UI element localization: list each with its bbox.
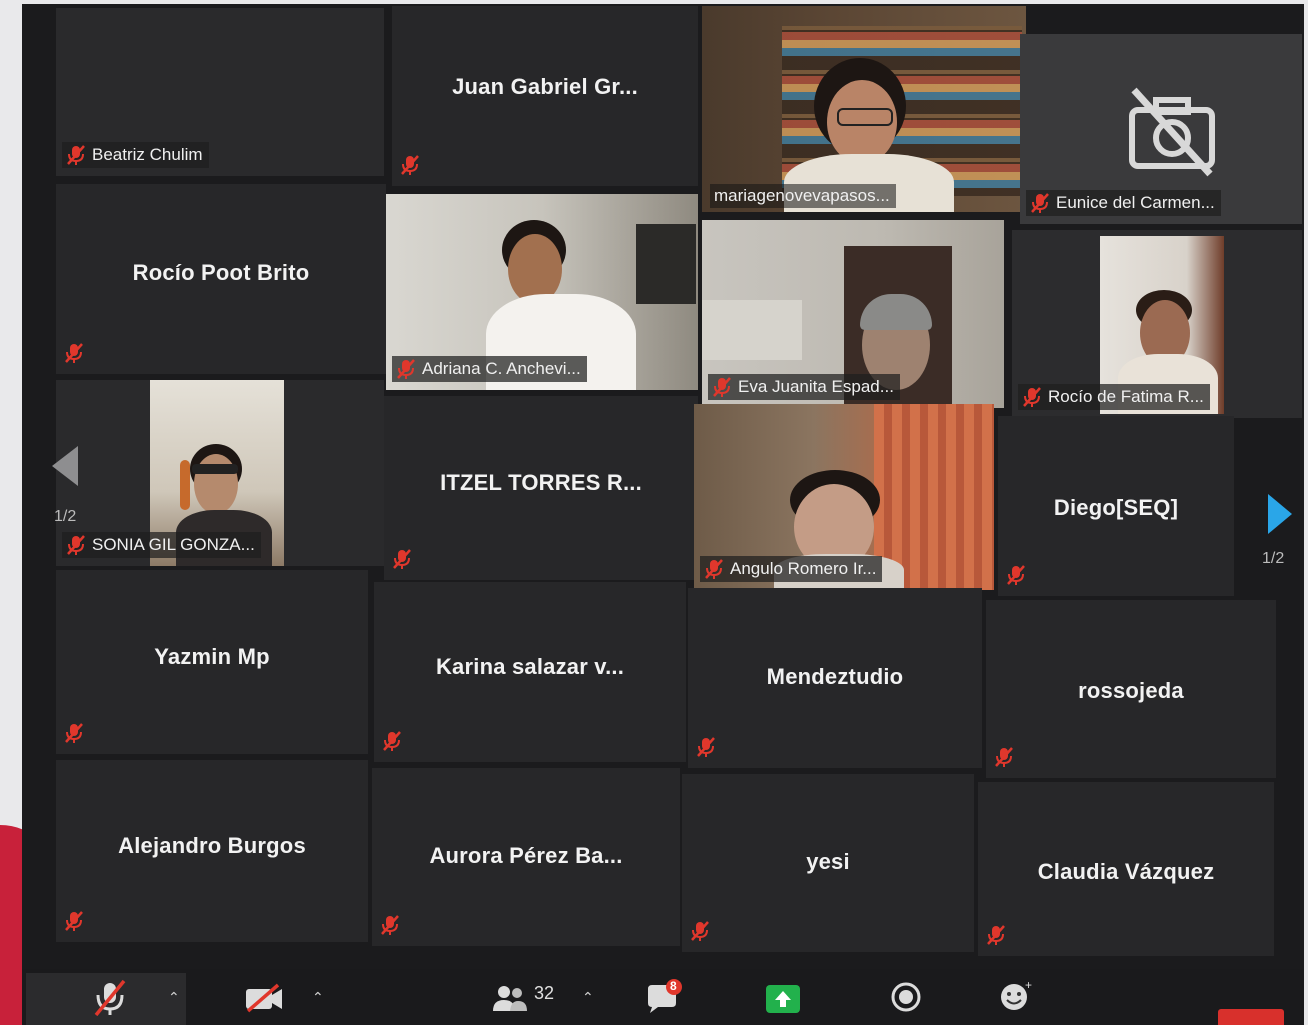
- participant-tile[interactable]: yesi: [682, 774, 974, 952]
- participant-name: Rocío Poot Brito: [132, 260, 310, 285]
- participant-tile[interactable]: Mendeztudio: [688, 588, 982, 768]
- participant-tile[interactable]: Eunice del Carmen...: [1020, 34, 1302, 224]
- camera-off-icon: [1129, 87, 1215, 177]
- participant-name: mariagenovevapasos...: [714, 186, 890, 205]
- participants-caret-icon[interactable]: ⌃: [582, 989, 594, 1006]
- participant-name: Karina salazar v...: [435, 654, 625, 679]
- participant-tile[interactable]: SONIA GIL GONZA...: [56, 380, 384, 566]
- participant-name: Juan Gabriel Gr...: [452, 74, 638, 100]
- chat-icon[interactable]: [644, 979, 684, 1017]
- mic-muted-icon: [67, 145, 85, 165]
- mic-muted-icon: [1023, 387, 1041, 407]
- mic-muted-icon: [401, 155, 419, 175]
- participant-tile-active-speaker[interactable]: mariagenovevapasos...: [702, 6, 1026, 212]
- mic-muted-icon: [1007, 565, 1025, 585]
- participant-tile[interactable]: Diego[SEQ]: [998, 416, 1234, 596]
- mic-muted-icon[interactable]: [92, 979, 128, 1017]
- participant-tile[interactable]: Yazmin Mp: [56, 570, 368, 754]
- meeting-toolbar: ⌃ ⌃ 32 ⌃ 8 +: [22, 969, 1304, 1025]
- reactions-icon[interactable]: +: [998, 979, 1034, 1013]
- participant-label: Eva Juanita Espad...: [708, 374, 900, 400]
- participants-icon[interactable]: [492, 983, 528, 1013]
- participants-count: 32: [534, 983, 555, 1003]
- participant-tile[interactable]: Claudia Vázquez: [978, 782, 1274, 956]
- participant-name: Diego[SEQ]: [1053, 495, 1179, 521]
- mic-muted-icon: [65, 723, 83, 743]
- mic-muted-icon: [65, 343, 83, 363]
- participant-tile[interactable]: Angulo Romero Ir...: [694, 404, 994, 590]
- participant-tile[interactable]: Alejandro Burgos: [56, 760, 368, 942]
- mic-muted-icon: [995, 747, 1013, 767]
- mic-muted-icon: [1031, 193, 1049, 213]
- participant-label: mariagenovevapasos...: [710, 184, 896, 208]
- video-options-caret-icon[interactable]: ⌃: [312, 989, 324, 1006]
- participant-tile[interactable]: Rocío de Fatima R...: [1012, 230, 1302, 418]
- participant-label: Beatriz Chulim: [62, 142, 209, 168]
- participant-label: SONIA GIL GONZA...: [62, 532, 261, 558]
- chat-badge: 8: [670, 979, 677, 993]
- participant-label: Angulo Romero Ir...: [700, 556, 883, 582]
- participant-name: rossojeda: [1078, 678, 1184, 704]
- record-icon[interactable]: [890, 981, 922, 1013]
- prev-page-icon[interactable]: [50, 444, 80, 488]
- video-feed: [702, 6, 1026, 212]
- participant-tile[interactable]: ITZEL TORRES R...: [384, 396, 698, 580]
- participant-tile[interactable]: Beatriz Chulim: [56, 8, 384, 176]
- next-page-icon[interactable]: [1266, 492, 1294, 536]
- mic-muted-icon: [381, 915, 399, 935]
- mic-muted-icon: [987, 925, 1005, 945]
- participant-name: Eva Juanita Espad...: [738, 377, 894, 396]
- participant-name: ITZEL TORRES R...: [440, 469, 642, 495]
- camera-off-icon[interactable]: [244, 983, 284, 1013]
- participant-tile[interactable]: Karina salazar v...: [374, 582, 686, 762]
- mic-muted-icon: [393, 549, 411, 569]
- mic-muted-icon: [691, 921, 709, 941]
- participant-name: Claudia Vázquez: [1037, 858, 1215, 884]
- participant-tile[interactable]: Adriana C. Anchevi...: [386, 194, 698, 390]
- mic-muted-icon: [65, 911, 83, 931]
- svg-text:+: +: [1025, 979, 1032, 992]
- participant-tile[interactable]: Juan Gabriel Gr...: [392, 6, 698, 186]
- participant-tile[interactable]: Eva Juanita Espad...: [702, 220, 1004, 408]
- participant-label: Adriana C. Anchevi...: [392, 356, 587, 382]
- mic-muted-icon: [397, 359, 415, 379]
- share-screen-icon[interactable]: [766, 985, 800, 1013]
- participant-name: Adriana C. Anchevi...: [422, 359, 581, 378]
- mic-muted-icon: [67, 535, 85, 555]
- participant-name: Alejandro Burgos: [118, 832, 306, 858]
- mic-muted-icon: [383, 731, 401, 751]
- participant-name: yesi: [806, 848, 850, 874]
- participant-label: Eunice del Carmen...: [1026, 190, 1221, 216]
- participant-name: Eunice del Carmen...: [1056, 193, 1215, 212]
- participant-name: Angulo Romero Ir...: [730, 559, 877, 578]
- participant-name: Beatriz Chulim: [92, 145, 203, 164]
- participant-name: Yazmin Mp: [154, 643, 270, 669]
- participant-tile[interactable]: rossojeda: [986, 600, 1276, 778]
- participant-label: Rocío de Fatima R...: [1018, 384, 1210, 410]
- end-meeting-button[interactable]: [1218, 1009, 1284, 1025]
- participant-name: Mendeztudio: [766, 663, 904, 689]
- mic-muted-icon: [713, 377, 731, 397]
- audio-options-caret-icon[interactable]: ⌃: [168, 989, 180, 1006]
- mic-muted-icon: [697, 737, 715, 757]
- participant-tile[interactable]: Rocío Poot Brito: [56, 184, 386, 374]
- participant-tile[interactable]: Aurora Pérez Ba...: [372, 768, 680, 946]
- participant-name: Rocío de Fatima R...: [1048, 387, 1204, 406]
- participant-name: Aurora Pérez Ba...: [429, 842, 623, 868]
- page-indicator-left: 1/2: [54, 508, 77, 525]
- zoom-meeting-window: Beatriz Chulim Juan Gabriel Gr... mariag…: [22, 4, 1304, 1025]
- mic-muted-icon: [705, 559, 723, 579]
- page-indicator-right: 1/2: [1262, 550, 1285, 567]
- participant-name: SONIA GIL GONZA...: [92, 535, 255, 554]
